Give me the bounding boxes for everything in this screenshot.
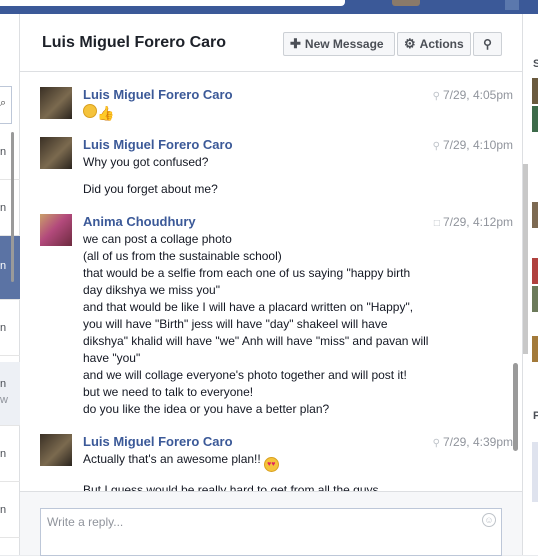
sidebar-thumbnail[interactable] [532, 286, 538, 312]
sender-avatar[interactable] [40, 434, 72, 466]
notification-icon[interactable] [505, 0, 519, 10]
message-line: (all of us from the sustainable school) [83, 249, 282, 263]
smiley-icon[interactable]: ☺ [482, 513, 496, 527]
sidebar-scrollbar[interactable] [523, 164, 528, 354]
new-message-button[interactable]: ✚ New Message [283, 32, 395, 56]
conversation-list: ⌕ n n n n n w n n [0, 14, 20, 555]
sidebar-thumbnail[interactable] [532, 202, 538, 228]
sidebar-thumbnail[interactable] [532, 336, 538, 362]
sidebar-thumbnail[interactable] [532, 106, 538, 132]
message-line: and that would be like I will have a pla… [83, 300, 414, 314]
message-line: dikshya" khalid will have "we" Anh will … [83, 334, 429, 348]
conversation-item-label: n [0, 378, 7, 390]
conversation-item-label: n [0, 260, 7, 272]
conversation-item-selected[interactable]: n [0, 236, 20, 300]
message: Luis Miguel Forero Caro ⚲ 7/29, 4:10pm Wh… [40, 137, 515, 207]
message-body: we can post a collage photo (all of us f… [83, 231, 483, 418]
message: Anima Choudhury □ 7/29, 4:12pm we can pos… [40, 214, 515, 424]
message-line: have "you" [83, 351, 141, 365]
search-icon: ⌕ [0, 97, 7, 109]
message-line: But I guess would be really hard to get … [83, 483, 389, 491]
message-time: ⚲ 7/29, 4:39pm [433, 435, 513, 449]
message: Luis Miguel Forero Caro ⚲ 7/29, 4:05pm 👍 [40, 87, 515, 123]
new-message-label: New Message [304, 37, 384, 51]
sender-name[interactable]: Anima Choudhury [83, 214, 196, 229]
chat-bubble-icon: □ [433, 218, 440, 229]
conversation-item-label: n [0, 448, 7, 460]
actions-button[interactable]: ⚙ Actions [397, 32, 471, 56]
location-pin-icon: ⚲ [432, 91, 440, 102]
conversation-item[interactable]: n [0, 124, 20, 180]
conversation-item[interactable]: n w [0, 362, 20, 426]
message-line: but we need to talk to everyone! [83, 385, 254, 399]
conversation-item[interactable]: n [0, 300, 20, 356]
actions-label: Actions [419, 37, 464, 51]
conversation-item-label: n [0, 504, 7, 516]
gear-icon: ⚙ [404, 36, 416, 51]
message-line: do you like the idea or you have a bette… [83, 402, 330, 416]
search-bar-edge[interactable] [0, 0, 345, 6]
conversation-title: Luis Miguel Forero Caro [42, 34, 227, 51]
message-time-text: 7/29, 4:12pm [442, 215, 513, 229]
profile-avatar[interactable] [392, 0, 420, 6]
reply-composer: ☺ [20, 491, 522, 556]
message-time: ⚲ 7/29, 4:05pm [433, 88, 513, 102]
sender-avatar[interactable] [40, 137, 72, 169]
sidebar-thumbnail[interactable] [532, 442, 538, 502]
plus-icon: ✚ [290, 36, 301, 51]
location-pin-icon: ⚲ [432, 438, 440, 449]
conversation-item-label: n [0, 322, 7, 334]
message-line: Actually that's an awesome plan!! [83, 452, 261, 466]
conversation-item[interactable]: n [0, 426, 20, 482]
sender-avatar[interactable] [40, 214, 72, 246]
conversation-item[interactable]: n [0, 180, 20, 236]
sender-avatar[interactable] [40, 87, 72, 119]
search-icon: ⚲ [483, 37, 492, 51]
message-time-text: 7/29, 4:39pm [442, 435, 513, 449]
message-time: ⚲ 7/29, 4:10pm [433, 138, 513, 152]
message-line: and we will collage everyone's photo tog… [83, 368, 407, 382]
message-thread: Luis Miguel Forero Caro ⚲ 7/29, 4:05pm 👍 … [20, 73, 522, 491]
message-body: Actually that's an awesome plan!! ♥♥ But … [83, 451, 483, 491]
sidebar-section-label: S [533, 58, 538, 70]
message-line: you will have "Birth" jess will have "da… [83, 317, 388, 331]
sender-name[interactable]: Luis Miguel Forero Caro [83, 87, 233, 102]
message-body: 👍 [83, 104, 483, 122]
conversation-item-snippet: w [0, 394, 8, 406]
conversation-item-label: n [0, 202, 7, 214]
message-line: we can post a collage photo [83, 232, 232, 246]
message-time-text: 7/29, 4:05pm [442, 88, 513, 102]
message-line: Why you got confused? [83, 155, 209, 169]
top-nav-bar [0, 0, 538, 14]
message-time-text: 7/29, 4:10pm [442, 138, 513, 152]
conversation-header: Luis Miguel Forero Caro ✚ New Message ⚙ … [20, 14, 522, 72]
right-sidebar: S P [522, 14, 538, 555]
conversation-item-label: n [0, 146, 7, 158]
sender-name[interactable]: Luis Miguel Forero Caro [83, 434, 233, 449]
sidebar-thumbnail[interactable] [532, 258, 538, 284]
list-scrollbar[interactable] [11, 132, 14, 282]
sender-name[interactable]: Luis Miguel Forero Caro [83, 137, 233, 152]
reply-input[interactable] [47, 515, 467, 529]
conversation-search[interactable]: ⌕ [0, 86, 12, 124]
reply-box[interactable]: ☺ [40, 508, 502, 556]
conversation-item[interactable]: n [0, 482, 20, 538]
message-time: □ 7/29, 4:12pm [434, 215, 513, 229]
message: Luis Miguel Forero Caro ⚲ 7/29, 4:39pm Ac… [40, 434, 515, 491]
sidebar-section-label: P [533, 410, 538, 422]
wink-emoji-icon [83, 104, 97, 118]
message-body: Why you got confused? Did you forget abo… [83, 154, 483, 198]
location-pin-icon: ⚲ [432, 141, 440, 152]
thread-scrollbar[interactable] [513, 363, 518, 451]
sidebar-thumbnail[interactable] [532, 78, 538, 104]
message-line: day dikshya we miss you" [83, 283, 220, 297]
search-conversation-button[interactable]: ⚲ [473, 32, 502, 56]
conversation-panel: Luis Miguel Forero Caro ✚ New Message ⚙ … [20, 14, 522, 556]
heart-eyes-emoji-icon: ♥♥ [263, 457, 279, 472]
thumbs-up-icon: 👍 [97, 105, 115, 121]
message-line: that would be a selfie from each one of … [83, 266, 411, 280]
message-line: Did you forget about me? [83, 182, 218, 196]
